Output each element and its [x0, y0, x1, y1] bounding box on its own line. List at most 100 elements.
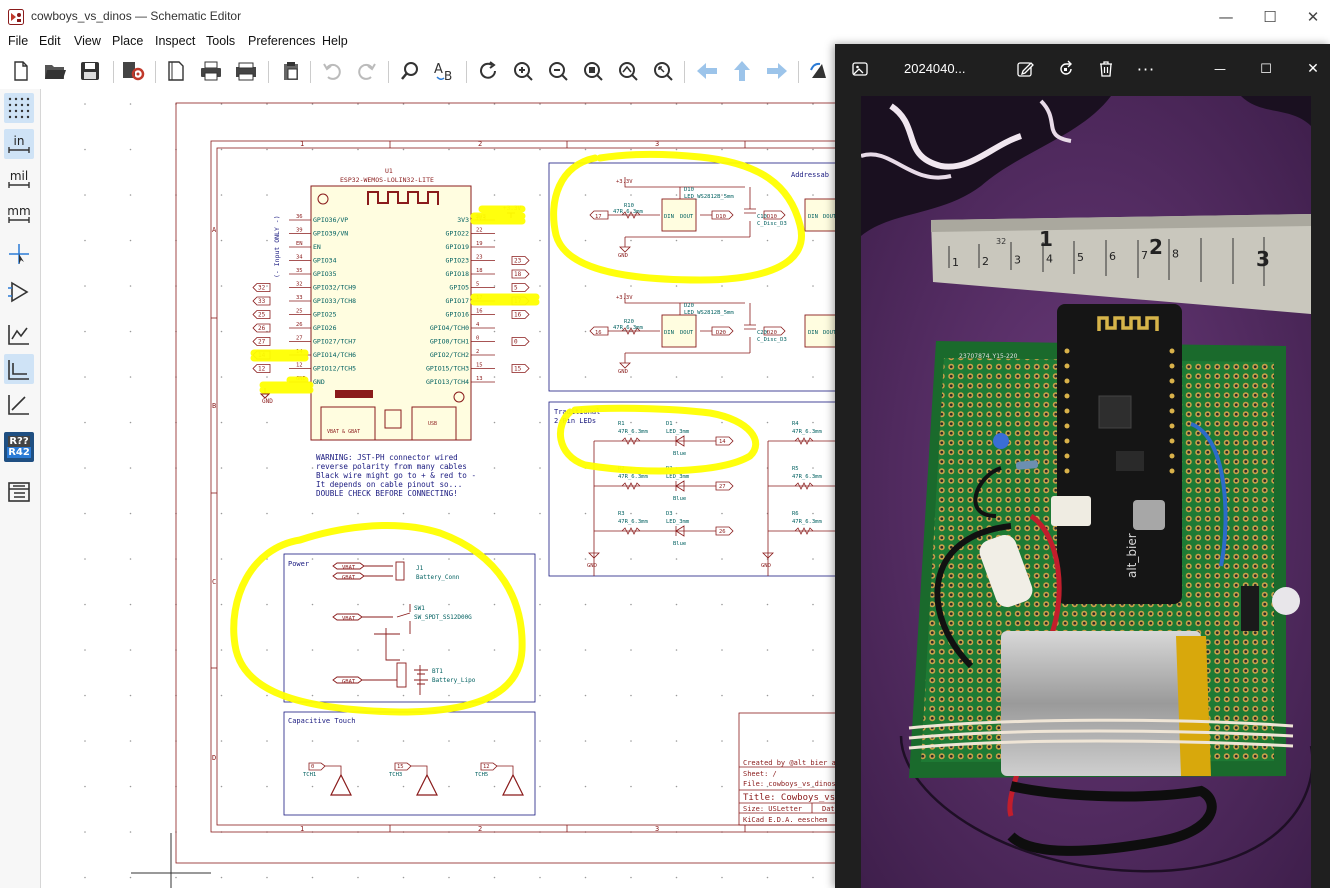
- hidden-pins-icon[interactable]: [4, 277, 34, 307]
- new-file-icon[interactable]: [7, 57, 35, 85]
- paste-icon[interactable]: [277, 57, 305, 85]
- zoom-in-icon[interactable]: [509, 57, 537, 85]
- traditional-gnd-label: GND: [587, 563, 597, 569]
- traditional-label: R3: [618, 511, 625, 517]
- ruler-number: 2: [982, 255, 989, 268]
- addr-label: D10: [684, 187, 694, 193]
- gnd-power-flag-label: GND: [262, 398, 273, 405]
- touch-title: Capacitive Touch: [288, 717, 355, 725]
- close-button[interactable]: ✕: [1290, 0, 1330, 33]
- net-label: 15: [514, 366, 522, 373]
- redo-icon[interactable]: [353, 57, 381, 85]
- more-options-button[interactable]: ···: [1131, 54, 1161, 84]
- net-label: 12: [258, 366, 266, 373]
- line-mode-90-icon[interactable]: [4, 354, 34, 384]
- zoom-objects-icon[interactable]: [614, 57, 642, 85]
- title-bar: cowboys_vs_dinos — Schematic Editor — ☐ …: [0, 0, 1330, 33]
- open-folder-icon[interactable]: [41, 57, 69, 85]
- image-icon: [845, 54, 875, 84]
- line-mode-free-icon[interactable]: [4, 319, 34, 349]
- rotate-icon[interactable]: [805, 57, 833, 85]
- delete-icon[interactable]: [1091, 54, 1121, 84]
- mcu-left-pin-name: GPIO34: [313, 257, 337, 265]
- menu-tools[interactable]: Tools: [206, 34, 235, 48]
- mcu-right-pin-name: GPIO22: [446, 230, 470, 238]
- viewer-close-button[interactable]: ✕: [1298, 54, 1328, 84]
- minimize-button[interactable]: —: [1203, 0, 1249, 33]
- edit-image-icon[interactable]: [1010, 54, 1040, 84]
- mcu-right-pin-number: 18: [476, 268, 483, 274]
- left-toolbar: in mil mm R?? R42: [0, 89, 41, 888]
- bt1-value: Battery_Lipo: [432, 677, 476, 684]
- photo-viewer-window: 2024040... ··· — ☐ ✕ 1 2 3 4 5 6 7 8 1 2…: [835, 44, 1330, 888]
- mcu-left-pin-name: GPIO25: [313, 311, 337, 319]
- addr-label: LED_WS2812B_5mm: [684, 194, 734, 200]
- mcu-right-pin-name: GPIO0/TCH1: [430, 338, 469, 346]
- photo-image: 12345678 1 2 3 32 23707874_Y15-220 alt_b…: [861, 96, 1311, 888]
- traditional-label: D1: [666, 421, 673, 427]
- viewer-maximize-button[interactable]: ☐: [1251, 54, 1281, 84]
- addr-label: 17: [595, 214, 602, 220]
- traditional-label: R1: [618, 421, 625, 427]
- row-label-d: D: [212, 754, 216, 762]
- navigate-up-icon[interactable]: [728, 57, 756, 85]
- traditional-label: 47R_6.3mm: [618, 519, 648, 525]
- zoom-fit-icon[interactable]: [579, 57, 607, 85]
- zoom-out-icon[interactable]: [544, 57, 572, 85]
- find-replace-icon[interactable]: AB: [431, 57, 459, 85]
- units-inches-button[interactable]: in: [4, 129, 34, 159]
- navigate-back-icon[interactable]: [693, 57, 721, 85]
- mcu-left-pin-number: 32: [296, 282, 303, 288]
- menu-preferences[interactable]: Preferences: [248, 34, 315, 48]
- print-icon[interactable]: [197, 57, 225, 85]
- cursor-crosshair-icon[interactable]: [4, 239, 34, 269]
- schematic-setup-icon[interactable]: [120, 57, 148, 85]
- maximize-button[interactable]: ☐: [1247, 0, 1293, 33]
- undo-icon[interactable]: [318, 57, 346, 85]
- ruler-number: 4: [1046, 252, 1053, 265]
- col-label-2: 2: [478, 140, 482, 148]
- traditional-label: 47R_6.3mm: [792, 474, 822, 480]
- net-label: 0: [514, 339, 518, 346]
- kicad-app-icon: [8, 9, 24, 25]
- menu-view[interactable]: View: [74, 34, 101, 48]
- viewer-minimize-button[interactable]: —: [1205, 54, 1235, 84]
- mcu-left-pin-number: 36: [296, 214, 303, 220]
- ruler-number: 7: [1141, 249, 1148, 262]
- traditional-label: Blue: [673, 451, 686, 457]
- grid-toggle-icon[interactable]: [4, 93, 34, 123]
- menu-place[interactable]: Place: [112, 34, 143, 48]
- menu-help[interactable]: Help: [322, 34, 348, 48]
- hierarchy-navigator-icon[interactable]: [4, 477, 34, 507]
- save-icon[interactable]: [76, 57, 104, 85]
- annotate-button[interactable]: R?? R42: [4, 432, 34, 462]
- rotate-image-icon[interactable]: [1051, 54, 1081, 84]
- menu-file[interactable]: File: [8, 34, 28, 48]
- mcu-right-pin-name: GPIO16: [446, 311, 470, 319]
- col-label-2-bottom: 2: [478, 825, 482, 833]
- plot-icon[interactable]: [232, 57, 260, 85]
- sw1-ref: SW1: [414, 605, 425, 612]
- line-mode-45-icon[interactable]: [4, 389, 34, 419]
- zoom-selection-icon[interactable]: [649, 57, 677, 85]
- ruler-big-2: 2: [1149, 235, 1163, 259]
- traditional-label: LED_3mm: [666, 429, 690, 435]
- page-settings-icon[interactable]: [162, 57, 190, 85]
- navigate-forward-icon[interactable]: [763, 57, 791, 85]
- ruler-small-label: 32: [996, 237, 1006, 246]
- mcu-right-pin-name: GPIO2/TCH2: [430, 351, 469, 359]
- net-label: 27: [258, 339, 266, 346]
- menu-edit[interactable]: Edit: [39, 34, 61, 48]
- units-mm-button[interactable]: mm: [4, 199, 34, 229]
- mcu-right-pin-name: GPIO19: [446, 243, 470, 251]
- schematic-canvas[interactable]: 1 2 3 1 2 3 A B C D U1 ESP32-WEMOS-LOLIN…: [41, 89, 841, 888]
- addr-label: D10: [716, 214, 726, 220]
- find-icon[interactable]: [396, 57, 424, 85]
- title-block-created: Created by @alt_bier a: [743, 759, 836, 767]
- net-label: 33: [258, 298, 266, 305]
- mcu-left-pin-number: 39: [296, 228, 303, 234]
- refresh-icon[interactable]: [474, 57, 502, 85]
- menu-inspect[interactable]: Inspect: [155, 34, 195, 48]
- units-mils-button[interactable]: mil: [4, 164, 34, 194]
- mcu-right-pin-number: 13: [476, 376, 483, 382]
